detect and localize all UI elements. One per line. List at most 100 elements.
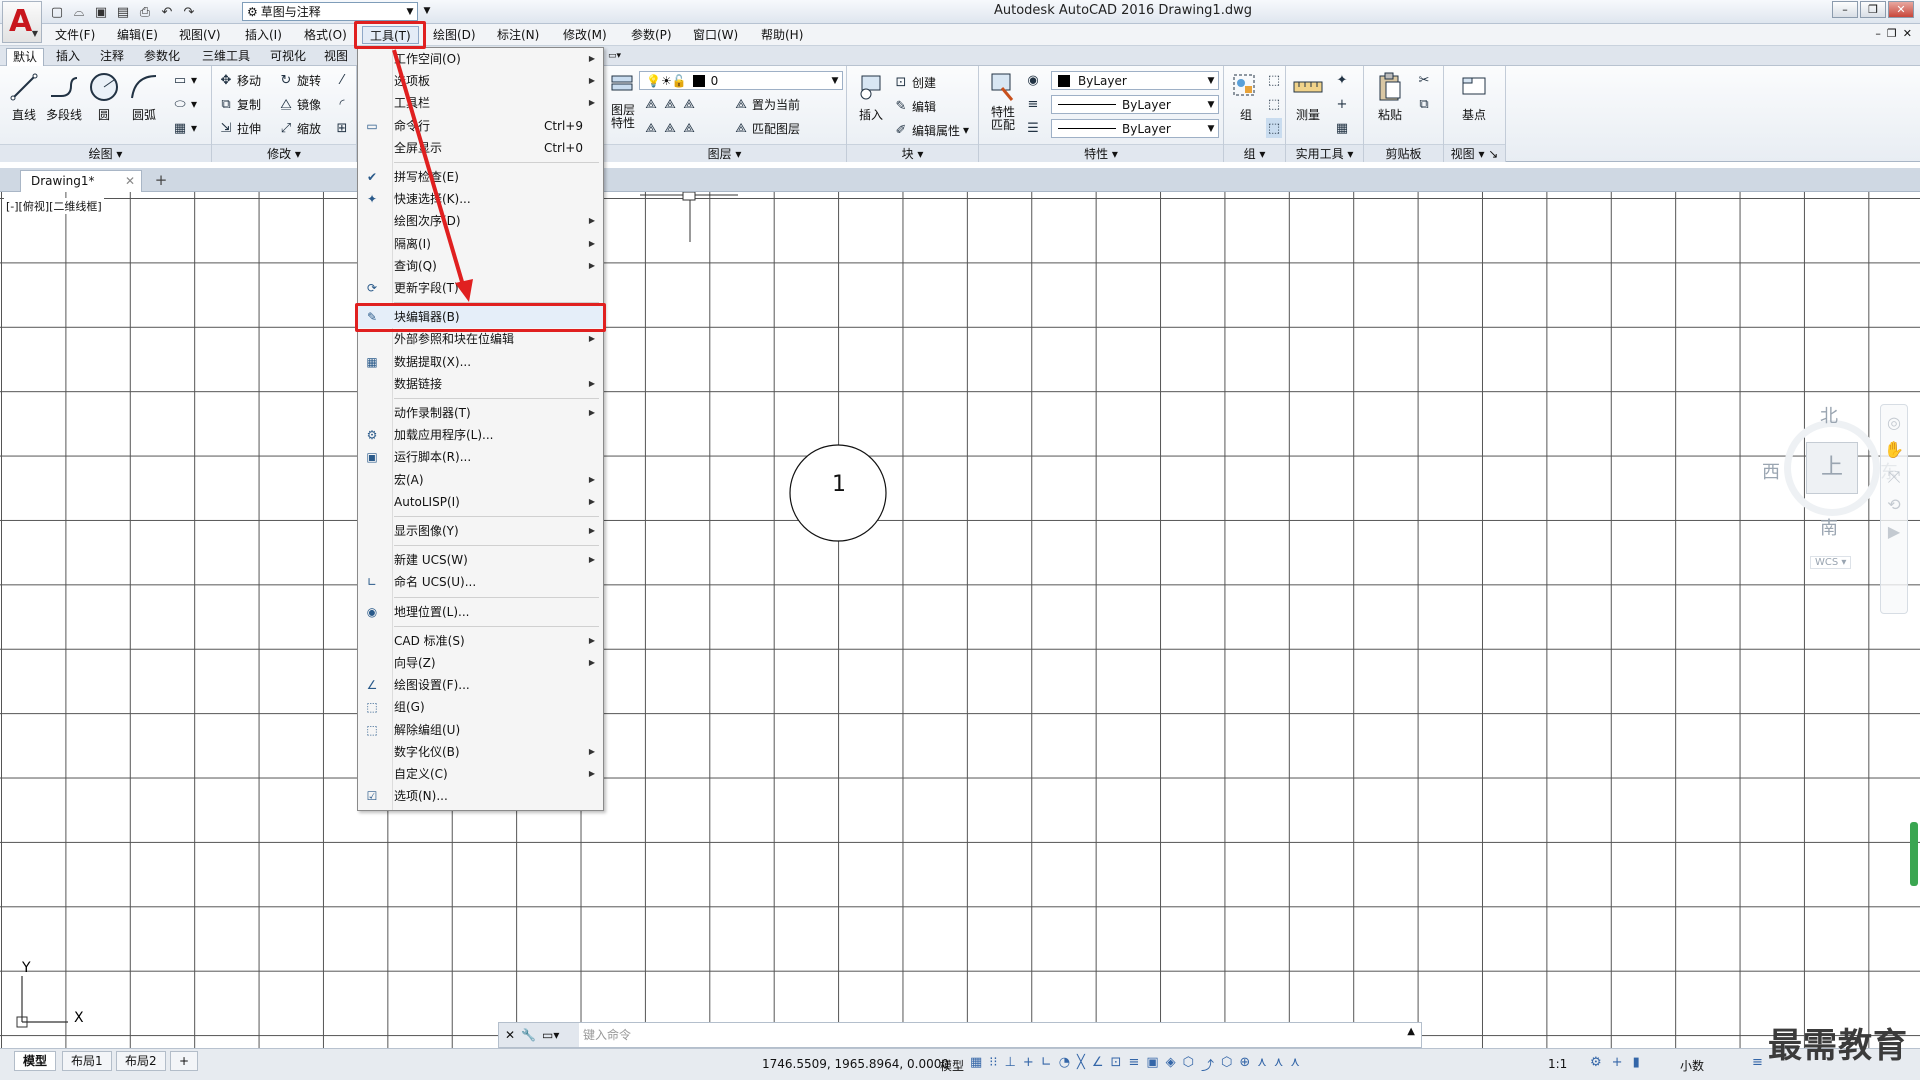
doc-close-icon[interactable]: ✕ — [1903, 27, 1912, 40]
restore-button[interactable]: ❐ — [1860, 1, 1886, 18]
panel-block-title[interactable]: 块 ▾ — [847, 144, 978, 162]
tools-menu-item[interactable]: ∟ 命名 UCS(U)... — [358, 571, 603, 593]
polyline-tool[interactable]: 多段线 — [44, 70, 84, 123]
menu-help[interactable]: 帮助(H) — [754, 26, 810, 44]
menu-draw[interactable]: 绘图(D) — [426, 26, 483, 44]
menu-view[interactable]: 视图(V) — [172, 26, 228, 44]
steering-wheel-icon[interactable]: ◎ — [1881, 413, 1907, 432]
move-tool[interactable]: ✥ 移动 — [218, 70, 261, 90]
new-file-icon[interactable]: ▢ — [48, 3, 66, 21]
tools-menu-item[interactable]: 数据链接 ▶ — [358, 373, 603, 395]
tab-view[interactable]: 视图 — [318, 48, 354, 66]
measure-tool[interactable]: 测量 — [1288, 70, 1328, 123]
tools-menu-item[interactable]: 自定义(C) ▶ — [358, 763, 603, 785]
panel-modify-title[interactable]: 修改 ▾ — [212, 144, 356, 162]
trim-tool[interactable]: ⁄ — [334, 70, 350, 90]
tools-menu-item[interactable]: ▭ 命令行 Ctrl+9 — [358, 115, 603, 137]
transparency-icon[interactable]: ▣ — [1146, 1055, 1158, 1074]
minimize-button[interactable]: – — [1832, 1, 1858, 18]
gear-icon[interactable]: ⚙ — [1590, 1055, 1602, 1070]
tools-menu-item[interactable]: ✦ 快速选择(K)... — [358, 188, 603, 210]
tab-default[interactable]: 默认 — [6, 48, 45, 66]
units-value[interactable]: 小数 — [1680, 1057, 1704, 1074]
command-history-icon[interactable]: ▭▾ — [542, 1028, 559, 1042]
new-tab-button[interactable]: + — [150, 172, 172, 190]
array-tool[interactable]: ⊞ — [334, 118, 350, 138]
stretch-tool[interactable]: ⇲ 拉伸 — [218, 118, 261, 138]
tab-parametric[interactable]: 参数化 — [138, 48, 186, 66]
lineweight-dropdown[interactable]: ByLayer ▼ — [1051, 119, 1219, 138]
layout-tab-1[interactable]: 布局1 — [62, 1051, 112, 1071]
copy-clip-tool[interactable]: ⧉ — [1416, 94, 1432, 114]
ribbon-tab-options-icon[interactable]: ▭▾ — [602, 48, 627, 66]
paste-tool[interactable]: 粘贴 — [1370, 70, 1410, 123]
west-label[interactable]: 西 — [1762, 458, 1780, 484]
menu-tools[interactable]: 工具(T) — [362, 26, 419, 44]
tools-menu-item[interactable]: ▦ 数据提取(X)... — [358, 351, 603, 373]
ellipse-tool[interactable]: ⬭ ▾ — [172, 94, 197, 114]
zoom-extents-icon[interactable]: ⤧ — [1881, 467, 1907, 487]
scale-tool[interactable]: ⤢ 缩放 — [278, 118, 321, 138]
tools-menu-item[interactable]: 宏(A) ▶ — [358, 469, 603, 491]
tools-menu-item[interactable]: ☑ 选项(N)... — [358, 785, 603, 807]
tools-menu-item[interactable]: ⬚ 解除编组(U) — [358, 719, 603, 741]
panel-clipboard-title[interactable]: 剪贴板 — [1364, 144, 1443, 162]
tools-menu-item[interactable]: ⬚ 组(G) — [358, 696, 603, 718]
rectangle-tool[interactable]: ▭ ▾ — [172, 70, 197, 90]
tools-menu-item[interactable]: ▣ 运行脚本(R)... — [358, 446, 603, 468]
object-snap-tracking-icon[interactable]: ∠ — [1092, 1055, 1104, 1074]
redo-icon[interactable]: ↷ — [180, 3, 198, 21]
customize-status-icon[interactable]: ≡ — [1752, 1055, 1763, 1070]
menu-edit[interactable]: 编辑(E) — [110, 26, 165, 44]
annotation-scale-icon[interactable]: ⋏ — [1290, 1055, 1300, 1074]
match-properties-tool[interactable]: 特性 匹配 — [983, 70, 1023, 132]
match-layer-tool[interactable]: ⟁ 匹配图层 — [733, 118, 800, 138]
print-icon[interactable]: ⎙ — [136, 3, 154, 21]
panel-utilities-title[interactable]: 实用工具 ▾ — [1286, 144, 1363, 162]
tab-3d-tools[interactable]: 三维工具 — [196, 48, 256, 66]
panel-properties-title[interactable]: 特性 ▾ — [979, 144, 1223, 162]
tools-menu-item[interactable]: 显示图像(Y) ▶ — [358, 520, 603, 542]
point-id-tool[interactable]: + — [1334, 94, 1350, 114]
tools-menu-item[interactable]: ⟳ 更新字段(T) — [358, 277, 603, 299]
tools-menu-item[interactable]: ✎ 块编辑器(B) — [358, 306, 603, 329]
tab-visualize[interactable]: 可视化 — [264, 48, 312, 66]
file-tab-drawing1[interactable]: Drawing1* ✕ — [20, 170, 142, 192]
menu-dimension[interactable]: 标注(N) — [490, 26, 546, 44]
linetype-tool[interactable]: ☰ — [1025, 118, 1041, 138]
tools-menu-item[interactable]: AutoLISP(I) ▶ — [358, 491, 603, 513]
edit-attributes-tool[interactable]: ✐ 编辑属性 ▾ — [893, 120, 970, 140]
close-icon[interactable]: ✕ — [505, 1028, 515, 1042]
quick-select-tool[interactable]: ✦ — [1334, 70, 1350, 90]
linetype-dropdown[interactable]: ByLayer ▼ — [1051, 95, 1219, 114]
dynamic-ucs-icon[interactable]: ⤴ — [1201, 1055, 1214, 1074]
tools-menu-item[interactable]: 外部参照和块在位编辑 ▶ — [358, 328, 603, 350]
scroll-indicator[interactable] — [1910, 822, 1918, 886]
layer-tools-row2[interactable]: ⟁ ⟁ ⟁ — [643, 118, 697, 138]
tools-menu-item[interactable]: 查询(Q) ▶ — [358, 255, 603, 277]
tools-menu-item[interactable]: 向导(Z) ▶ — [358, 652, 603, 674]
save-icon[interactable]: ▣ — [92, 3, 110, 21]
tools-menu-item[interactable]: 工作空间(O) ▶ — [358, 48, 603, 70]
tools-menu-item[interactable]: 新建 UCS(W) ▶ — [358, 549, 603, 571]
insert-block-tool[interactable]: 插入 — [851, 70, 891, 123]
isodraft-icon[interactable]: ╳ — [1077, 1055, 1085, 1074]
dynamic-input-icon[interactable]: + — [1023, 1055, 1034, 1074]
ungroup-tool[interactable]: ⬚ — [1266, 70, 1282, 90]
annotation-scale-value[interactable]: 1:1 — [1548, 1057, 1567, 1071]
tools-menu-item[interactable]: 隔离(I) ▶ — [358, 233, 603, 255]
doc-restore-icon[interactable]: ❐ — [1887, 27, 1897, 40]
group-tool[interactable]: 组 — [1226, 70, 1266, 123]
menu-parametric[interactable]: 参数(P) — [624, 26, 679, 44]
color-wheel-tool[interactable]: ◉ — [1025, 70, 1041, 90]
selection-cycling-icon[interactable]: ◈ — [1166, 1055, 1176, 1074]
circle-tool[interactable]: 圆 — [84, 70, 124, 123]
close-icon[interactable]: ✕ — [125, 171, 135, 191]
lineweight-tool[interactable]: ≡ — [1025, 94, 1041, 114]
wrench-icon[interactable]: 🔧 — [521, 1028, 536, 1042]
add-layout-button[interactable]: + — [170, 1051, 199, 1071]
menu-window[interactable]: 窗口(W) — [686, 26, 745, 44]
panel-groups-title[interactable]: 组 ▾ — [1224, 144, 1285, 162]
cut-tool[interactable]: ✂ — [1416, 70, 1432, 90]
group-select-toggle[interactable]: ⬚ — [1266, 118, 1282, 138]
